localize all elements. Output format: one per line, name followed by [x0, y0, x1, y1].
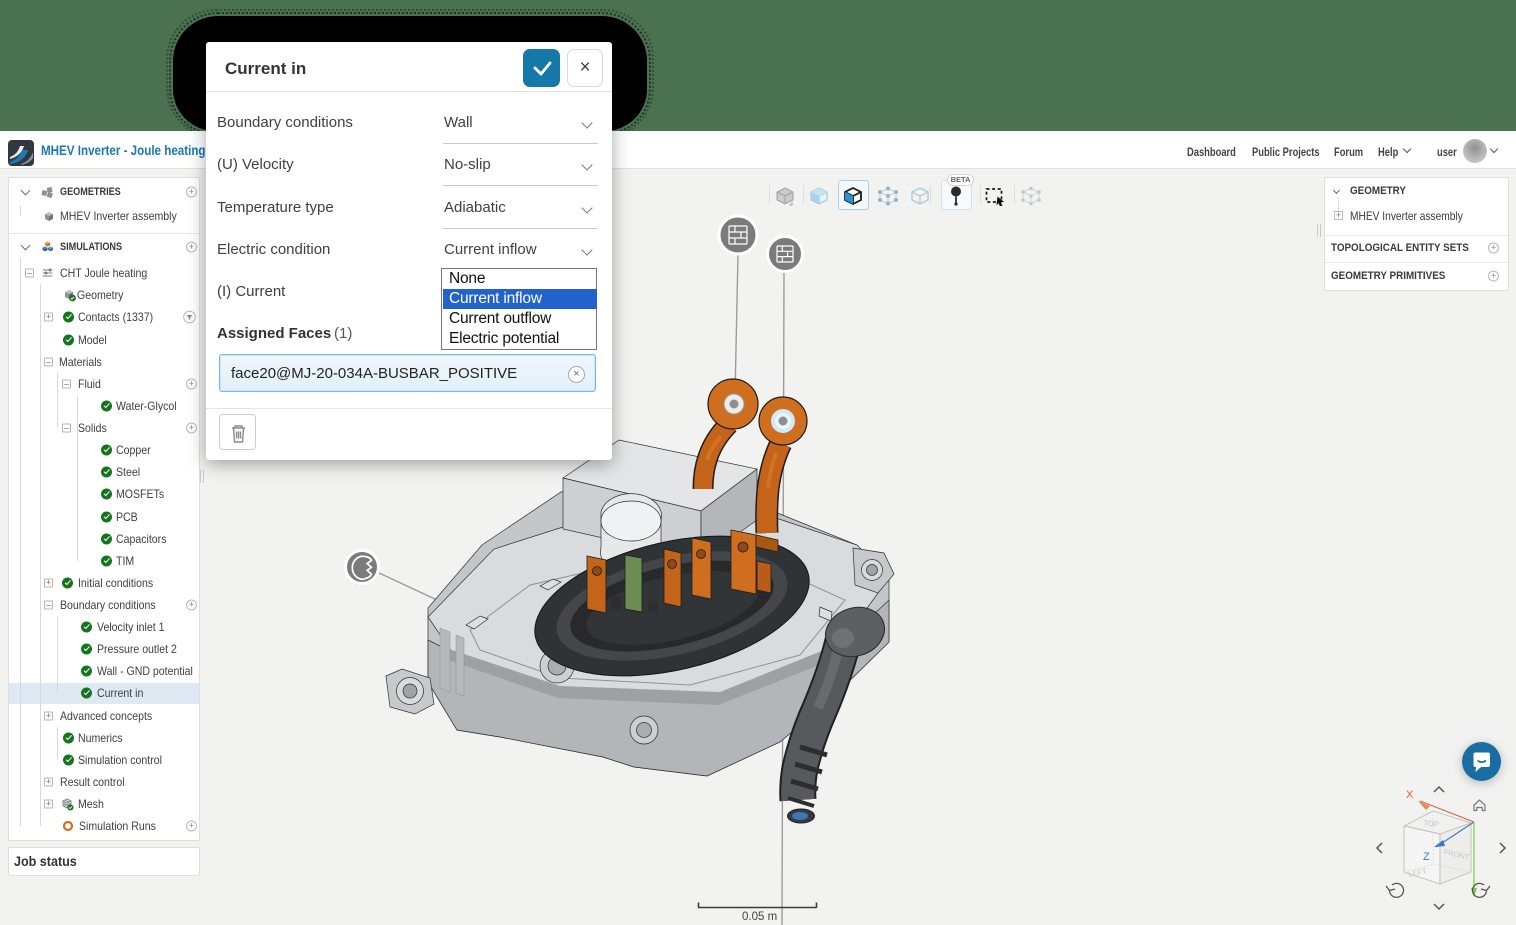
- svg-text:TOP: TOP: [1423, 818, 1439, 829]
- svg-text:Z: Z: [1423, 851, 1430, 863]
- svg-text:X: X: [1406, 789, 1414, 801]
